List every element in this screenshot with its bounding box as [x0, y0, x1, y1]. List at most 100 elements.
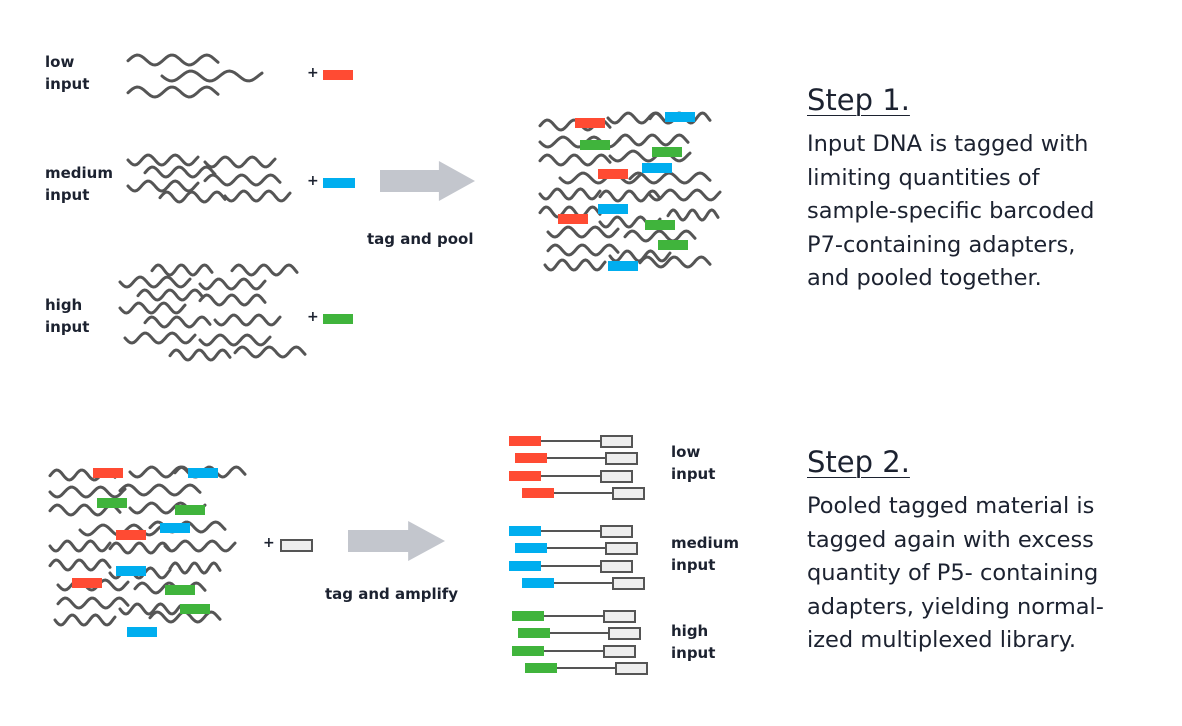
dna-strand [168, 561, 222, 575]
barcode-adapter [652, 147, 682, 157]
p5-adapter [612, 577, 645, 590]
dna-strand [546, 243, 620, 257]
barcode-adapter [512, 611, 544, 621]
barcode-adapter [127, 627, 157, 637]
barcode-adapter [93, 468, 123, 478]
arrow-icon [380, 161, 475, 201]
label-high-input-2: high input [671, 622, 716, 662]
p5-adapter [280, 539, 313, 552]
plus-sign: + [307, 65, 319, 81]
barcode-adapter [165, 585, 195, 595]
barcode-adapter [658, 240, 688, 250]
barcode-adapter [645, 220, 675, 230]
barcode-adapter [509, 436, 541, 446]
p5-adapter [600, 525, 633, 538]
dna-strand [53, 613, 117, 627]
barcode-adapter [509, 526, 541, 536]
dna-strand [666, 208, 720, 222]
barcode-adapter [515, 543, 547, 553]
dna-strand [160, 69, 264, 83]
step1-description: Step 1. Input DNA is tagged with limiting… [807, 82, 1177, 296]
barcode-adapter [575, 118, 605, 128]
dna-strand [126, 179, 200, 193]
dna-strand [616, 133, 690, 147]
p5-adapter [600, 560, 633, 573]
barcode-adapter [160, 523, 190, 533]
barcode-adapter [323, 314, 353, 324]
step2-text: Pooled tagged material is tagged again wi… [807, 493, 1104, 653]
dna-strand [136, 288, 205, 302]
step2-heading: Step 2. [807, 445, 910, 479]
dna-strand [623, 229, 697, 243]
dna-strand [163, 539, 237, 553]
dna-strand [118, 275, 192, 289]
p5-adapter [605, 542, 638, 555]
p5-adapter [615, 662, 648, 675]
label-high-input-1: high input [45, 296, 90, 336]
p5-adapter [603, 610, 636, 623]
dna-strand [108, 541, 172, 555]
dna-strand [126, 85, 220, 99]
dna-strand [198, 333, 272, 347]
p5-adapter [600, 435, 633, 448]
plus-sign: + [307, 309, 319, 325]
dna-strand [198, 277, 267, 291]
barcode-adapter [116, 566, 146, 576]
barcode-adapter [509, 561, 541, 571]
barcode-adapter [558, 214, 588, 224]
dna-strand [538, 187, 602, 201]
barcode-adapter [518, 628, 550, 638]
tag-and-amplify-label: tag and amplify [325, 585, 459, 603]
barcode-adapter [180, 604, 210, 614]
step1-text: Input DNA is tagged with limiting quantit… [807, 131, 1095, 291]
dna-strand [158, 190, 227, 204]
dna-strand [230, 263, 299, 277]
barcode-adapter [323, 178, 355, 188]
dna-strand [628, 171, 712, 185]
barcode-adapter [608, 261, 638, 271]
barcode-adapter [323, 70, 353, 80]
p5-adapter [608, 627, 641, 640]
barcode-adapter [509, 471, 541, 481]
label-low-input-1: low input [45, 53, 90, 93]
barcode-adapter [515, 453, 547, 463]
p5-adapter [612, 487, 645, 500]
dna-strand [118, 301, 187, 315]
barcode-adapter [512, 646, 544, 656]
dna-strand [543, 258, 607, 272]
barcode-adapter [642, 163, 672, 173]
barcode-adapter [580, 140, 610, 150]
p5-adapter [603, 645, 636, 658]
step1-heading: Step 1. [807, 83, 910, 117]
p5-adapter [605, 452, 638, 465]
barcode-adapter [665, 112, 695, 122]
barcode-adapter [175, 505, 205, 515]
dna-strand [168, 348, 232, 362]
arrow-icon [348, 521, 445, 561]
dna-strand [638, 255, 712, 269]
barcode-adapter [598, 169, 628, 179]
dna-strand [126, 153, 200, 167]
dna-strand [203, 155, 277, 169]
barcode-adapter [522, 578, 554, 588]
tag-and-pool-label: tag and pool [367, 230, 474, 248]
dna-strand [648, 188, 722, 202]
dna-strand [48, 558, 112, 572]
plus-sign: + [307, 173, 319, 189]
barcode-adapter [525, 663, 557, 673]
barcode-adapter [116, 530, 146, 540]
barcode-adapter [97, 498, 127, 508]
dna-strand [143, 315, 212, 329]
dna-strand [198, 293, 267, 307]
dna-strand [48, 539, 112, 553]
dna-strand [546, 225, 620, 239]
barcode-adapter [598, 204, 628, 214]
dna-strand [126, 53, 220, 67]
dna-strand [223, 189, 292, 203]
barcode-adapter [72, 578, 102, 588]
label-medium-input-2: medium input [671, 534, 739, 574]
dna-strand [56, 596, 130, 610]
dna-strand [213, 313, 282, 327]
dna-strand [48, 485, 127, 499]
step2-description: Step 2. Pooled tagged material is tagged … [807, 444, 1177, 658]
